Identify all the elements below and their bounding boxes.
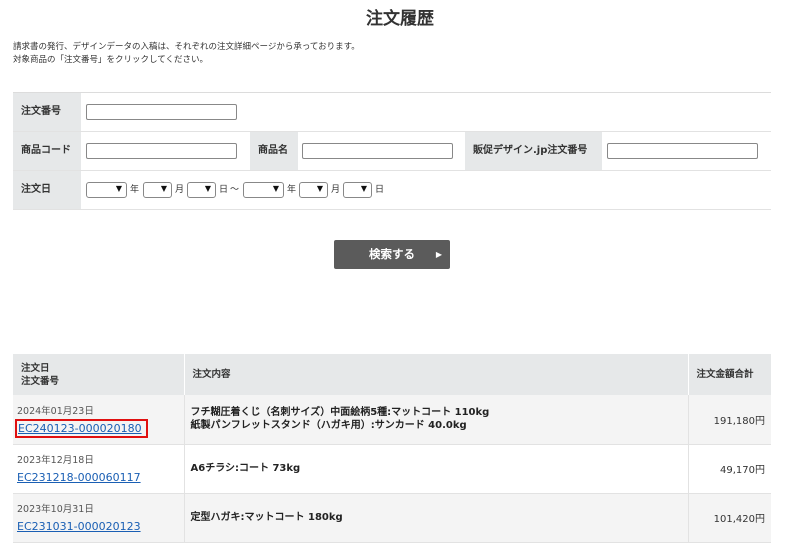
order-number-input[interactable] (86, 104, 237, 120)
hansoku-order-input[interactable] (607, 143, 758, 159)
chevron-down-icon: ▼ (272, 184, 279, 193)
header-order-date: 注文日 (21, 362, 50, 374)
header-order-number: 注文番号 (21, 375, 60, 387)
order-amount: 49,170円 (688, 444, 771, 494)
chevron-down-icon: ▼ (360, 184, 367, 193)
description-line-1: 請求書の発行、デザインデータの入稿は、それぞれの注文詳細ページから承っております… (13, 42, 360, 52)
order-number-label: 注文番号 (13, 93, 81, 131)
to-month-select[interactable]: ▼ (299, 182, 328, 198)
page-description: 請求書の発行、デザインデータの入稿は、それぞれの注文詳細ページから承っております… (13, 41, 360, 67)
hansoku-order-label: 販促デザイン.jp注文番号 (465, 132, 602, 170)
order-amount: 101,420円 (688, 493, 771, 543)
to-day-select[interactable]: ▼ (343, 182, 372, 198)
table-header-row: 注文日 注文番号 注文内容 注文金額合計 (13, 354, 772, 395)
chevron-down-icon: ▼ (204, 184, 211, 193)
order-contents-cell: 定型ハガキ:マットコート 180kg (184, 493, 689, 543)
order-item: 紙製パンフレットスタンド（ハガキ用）:サンカード 40.0kg (190, 420, 467, 432)
order-item: 定型ハガキ:マットコート 180kg (190, 512, 343, 523)
description-line-2: 対象商品の「注文番号」をクリックしてください。 (13, 55, 208, 65)
header-date-order-no: 注文日 注文番号 (13, 354, 185, 395)
order-date: 2024年01月23日 (17, 405, 94, 417)
arrow-right-icon: ▶ (435, 250, 442, 259)
order-item: A6チラシ:コート 73kg (190, 463, 301, 474)
table-row: 2023年12月18日 EC231218-000060117 A6チラシ:コート… (13, 444, 771, 494)
from-year-select[interactable]: ▼ (86, 182, 127, 198)
order-number-link[interactable]: EC240123-000020180 (15, 418, 148, 438)
order-date: 2023年12月18日 (17, 455, 94, 466)
order-date-label: 注文日 (13, 171, 81, 209)
order-date-cell: 2023年12月18日 EC231218-000060117 (13, 444, 185, 494)
from-day-unit: 日 (219, 185, 229, 195)
order-number-link[interactable]: EC231218-000060117 (17, 470, 143, 484)
order-contents-cell: A6チラシ:コート 73kg (184, 444, 689, 494)
chevron-down-icon: ▼ (115, 184, 122, 193)
chevron-down-icon: ▼ (160, 184, 167, 193)
to-day-unit: 日 (375, 185, 385, 195)
page-title: 注文履歴 (366, 9, 434, 29)
search-form: 注文番号 商品コード 商品名 販促デザイン.jp注文番号 注文日 ▼ 年 ▼ 月… (13, 92, 771, 210)
to-year-select[interactable]: ▼ (243, 182, 284, 198)
order-date-cell: 2024年01月23日 EC240123-000020180 (13, 395, 185, 445)
order-number-link[interactable]: EC231031-000020123 (17, 519, 143, 533)
order-contents-cell: フチ糊圧着くじ（名刺サイズ）中面絵柄5種:マットコート 110kg 紙製パンフレ… (184, 395, 689, 445)
order-date-cell: 2023年10月31日 EC231031-000020123 (13, 493, 185, 543)
chevron-down-icon: ▼ (316, 184, 323, 193)
to-month-unit: 月 (331, 185, 341, 195)
order-item: フチ糊圧着くじ（名刺サイズ）中面絵柄5種:マットコート 110kg (190, 407, 490, 419)
header-amount: 注文金額合計 (688, 354, 772, 395)
search-row-order-date: 注文日 ▼ 年 ▼ 月 ▼ 日 ～ ▼ 年 ▼ 月 ▼ 日 (13, 171, 771, 210)
from-month-select[interactable]: ▼ (143, 182, 172, 198)
from-year-unit: 年 (130, 185, 140, 195)
search-button-label: 検索する (369, 247, 415, 261)
table-row: 2023年10月31日 EC231031-000020123 定型ハガキ:マット… (13, 493, 771, 543)
product-code-input[interactable] (86, 143, 237, 159)
product-name-label: 商品名 (250, 132, 298, 170)
order-history-table: 注文日 注文番号 注文内容 注文金額合計 2024年01月23日 EC24012… (13, 354, 772, 543)
date-range-separator: ～ (230, 185, 240, 195)
header-contents: 注文内容 (184, 354, 689, 395)
search-row-product: 商品コード 商品名 販促デザイン.jp注文番号 (13, 132, 771, 171)
order-date: 2023年10月31日 (17, 504, 94, 515)
product-code-label: 商品コード (13, 132, 81, 170)
search-row-order-number: 注文番号 (13, 93, 771, 132)
from-month-unit: 月 (175, 185, 185, 195)
from-day-select[interactable]: ▼ (187, 182, 216, 198)
search-button[interactable]: 検索する ▶ (334, 240, 450, 269)
product-name-input[interactable] (302, 143, 453, 159)
table-row: 2024年01月23日 EC240123-000020180 フチ糊圧着くじ（名… (13, 395, 771, 445)
order-amount: 191,180円 (688, 395, 771, 445)
to-year-unit: 年 (287, 185, 297, 195)
